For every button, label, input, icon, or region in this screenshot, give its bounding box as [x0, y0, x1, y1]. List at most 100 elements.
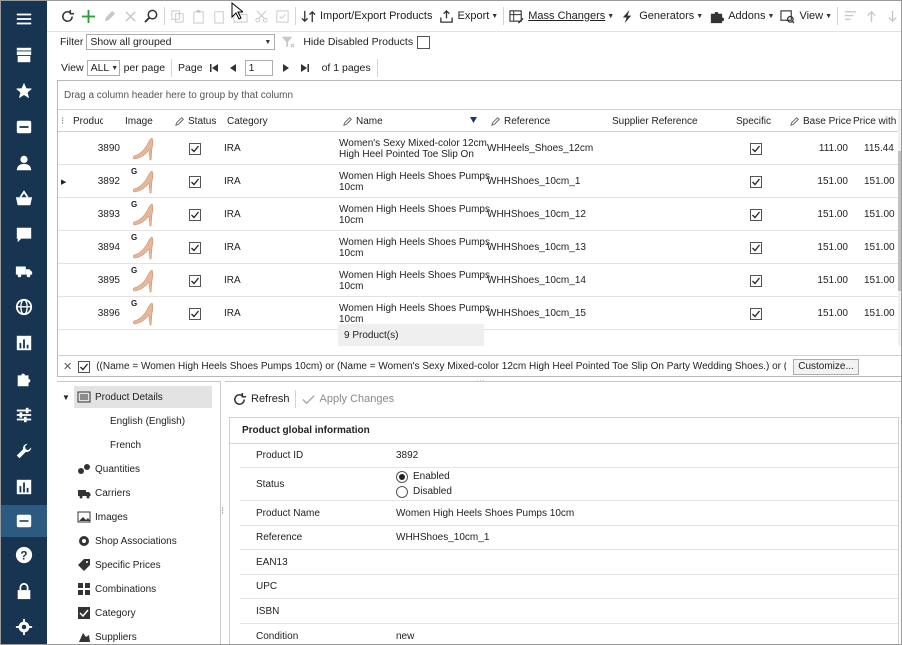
grid-scrollbar-thumb[interactable] [898, 151, 901, 291]
star-icon[interactable] [1, 76, 47, 106]
close-filter-icon[interactable]: ✕ [63, 360, 72, 373]
first-page-icon[interactable] [209, 63, 219, 73]
col-header-base-price[interactable]: Base Price [790, 110, 851, 132]
col-header-reference[interactable]: Reference [491, 110, 550, 132]
specific-checkbox[interactable] [750, 208, 762, 221]
status-checkbox[interactable] [189, 307, 201, 320]
cell-specific[interactable] [750, 132, 762, 165]
table-row[interactable]: 3894 G IRA Women High Heels Shoes Pumps 10cm… [58, 231, 898, 264]
cell-category[interactable]: IRA [224, 165, 241, 198]
cell-price-with[interactable]: 151.00 [864, 198, 898, 231]
customize-button[interactable]: Customize... [793, 358, 859, 375]
tree-item[interactable]: Product Details [74, 386, 212, 408]
cell-reference[interactable]: WHHShoes_10cm_14 [487, 264, 586, 297]
specific-checkbox[interactable] [750, 175, 762, 188]
status-checkbox[interactable] [189, 175, 201, 188]
reference-value[interactable]: WHHShoes_10cm_1 [396, 526, 489, 549]
specific-checkbox[interactable] [750, 307, 762, 320]
sliders-icon[interactable] [1, 400, 47, 430]
radio-enabled[interactable] [396, 470, 408, 483]
specific-checkbox[interactable] [750, 142, 762, 155]
cell-reference[interactable]: WHHeels_Shoes_12cm [487, 132, 593, 165]
cell-product-id[interactable]: 3895 [76, 264, 120, 297]
cell-product-id[interactable]: 3893 [76, 198, 120, 231]
cell-base-price[interactable]: 151.00 [798, 264, 848, 297]
filter-enabled-checkbox[interactable] [78, 360, 91, 373]
tree-item[interactable]: Quantities [77, 458, 140, 480]
table-row[interactable]: 3890 IRA Women's Sexy Mixed-color 12cm High… [58, 132, 898, 165]
move-up-button[interactable] [861, 5, 882, 27]
col-header-price-with[interactable]: Price with [853, 110, 896, 132]
cell-specific[interactable] [750, 198, 762, 231]
message-icon[interactable] [1, 220, 47, 250]
cell-price-with[interactable]: 151.00 [864, 231, 898, 264]
tree-item[interactable]: Shop Associations [77, 530, 177, 552]
cell-specific[interactable] [750, 231, 762, 264]
status-enabled-option[interactable]: Enabled [396, 470, 450, 483]
cell-base-price[interactable]: 151.00 [798, 198, 848, 231]
export-button[interactable]: Export ▼ [436, 5, 502, 27]
group-by-area[interactable]: Drag a column header here to group by th… [58, 81, 901, 110]
cell-status[interactable] [189, 198, 201, 231]
specific-checkbox[interactable] [750, 274, 762, 287]
filter-active-icon[interactable] [470, 117, 477, 123]
inbox-icon[interactable] [1, 505, 47, 537]
apply-changes-button[interactable]: Apply Changes [298, 388, 398, 410]
cell-name[interactable]: Women's Sexy Mixed-color 12cm High Heel P… [339, 132, 487, 165]
cell-price-with[interactable]: 151.00 [864, 165, 898, 198]
cell-category[interactable]: IRA [224, 264, 241, 297]
view-button[interactable]: View ▼ [777, 5, 835, 27]
col-header-specific[interactable]: Specific [736, 110, 771, 132]
cell-status[interactable] [189, 231, 201, 264]
cell-base-price[interactable]: 151.00 [798, 231, 848, 264]
store-icon[interactable] [1, 40, 47, 70]
page-input[interactable]: 1 [244, 60, 273, 76]
tree-item[interactable]: English (English) [110, 410, 185, 432]
gear-icon[interactable] [1, 612, 47, 642]
wrench-icon[interactable] [1, 436, 47, 466]
table-row[interactable]: ▶ 3892 G IRA Women High Heels Shoes Pumps 10c… [58, 165, 898, 198]
paste-button[interactable] [188, 5, 209, 27]
cell-category[interactable]: IRA [224, 198, 241, 231]
menu-icon[interactable] [1, 4, 47, 34]
paste-special-button[interactable] [209, 5, 230, 27]
tree-item[interactable]: Category [77, 602, 136, 624]
col-header-name[interactable]: Name [343, 110, 383, 132]
add-button[interactable] [78, 5, 99, 27]
edit-button[interactable] [99, 5, 120, 27]
cell-status[interactable] [189, 165, 201, 198]
cell-category[interactable]: IRA [224, 231, 241, 264]
cell-price-with[interactable]: 151.00 [864, 264, 898, 297]
tree-item[interactable]: Combinations [77, 578, 156, 600]
cell-name[interactable]: Women High Heels Shoes Pumps 10cm [339, 198, 490, 231]
mass-changers-button[interactable]: Mass Changers ▼ [506, 5, 617, 27]
cell-specific[interactable] [750, 264, 762, 297]
scissors-button[interactable] [251, 5, 272, 27]
status-disabled-option[interactable]: Disabled [396, 485, 452, 498]
tree-item[interactable]: Carriers [77, 482, 131, 504]
view-count-select[interactable]: ALL ▼ [86, 60, 120, 76]
reload-button[interactable] [57, 5, 78, 27]
tree-item[interactable]: Images [77, 506, 128, 528]
box-icon[interactable] [1, 112, 47, 142]
grid-scrollbar[interactable] [898, 110, 901, 346]
puzzle-icon[interactable] [1, 364, 47, 394]
cell-base-price[interactable]: 111.00 [798, 132, 848, 165]
status-checkbox[interactable] [189, 241, 201, 254]
product-name-value[interactable]: Women High Heels Shoes Pumps 10cm [396, 501, 574, 525]
hide-disabled-checkbox[interactable] [417, 35, 431, 49]
generators-button[interactable]: Generators ▼ [617, 5, 706, 27]
cell-product-id[interactable]: 3894 [76, 231, 120, 264]
specific-checkbox[interactable] [750, 241, 762, 254]
status-checkbox[interactable] [189, 142, 201, 155]
check-doc-button[interactable] [272, 5, 293, 27]
cell-status[interactable] [189, 264, 201, 297]
sort-button[interactable] [840, 5, 861, 27]
truck-icon[interactable] [1, 256, 47, 286]
move-down-button[interactable] [882, 5, 901, 27]
tree-item[interactable]: Suppliers [77, 626, 137, 644]
cell-product-id[interactable]: 3892 [76, 165, 120, 198]
import-export-button[interactable]: Import/Export Products [298, 5, 436, 27]
cell-specific[interactable] [750, 165, 762, 198]
next-page-icon[interactable] [282, 63, 290, 73]
